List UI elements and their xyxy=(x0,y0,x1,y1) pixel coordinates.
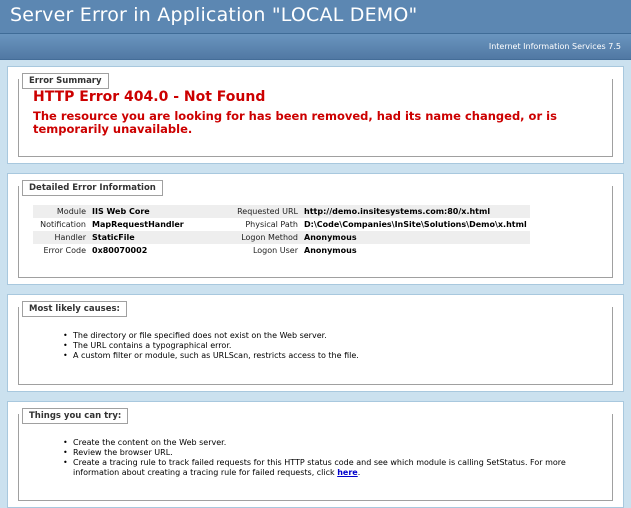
server-version: Internet Information Services 7.5 xyxy=(488,42,621,51)
error-details-table: Module IIS Web Core Requested URL http:/… xyxy=(33,205,530,257)
table-row: Handler StaticFile Logon Method Anonymou… xyxy=(33,231,530,244)
detail-value: IIS Web Core xyxy=(89,205,225,218)
detail-value: Anonymous xyxy=(304,246,357,255)
detail-value: Anonymous xyxy=(301,231,530,244)
error-summary-legend: Error Summary xyxy=(22,73,109,89)
legend: Most likely causes: xyxy=(22,301,127,317)
detail-label: Module xyxy=(33,205,89,218)
list-item: Review the browser URL. xyxy=(73,448,583,458)
table-row: Notification MapRequestHandler Physical … xyxy=(33,218,530,231)
error-summary-panel: Error Summary HTTP Error 404.0 - Not Fou… xyxy=(7,66,624,164)
legend: Detailed Error Information xyxy=(22,180,163,196)
things-to-try-panel: Things you can try: Create the content o… xyxy=(7,401,624,508)
here-link[interactable]: here xyxy=(337,468,358,477)
detail-label: Requested URL xyxy=(225,205,301,218)
detail-value: 0x80070002 xyxy=(92,246,148,255)
things-to-try-legend: Things you can try: xyxy=(22,408,129,424)
detailed-error-legend: Detailed Error Information xyxy=(22,180,163,196)
list-item: A custom filter or module, such as URLSc… xyxy=(73,351,583,361)
detail-label: Error Code xyxy=(43,246,86,255)
content: Error Summary HTTP Error 404.0 - Not Fou… xyxy=(0,60,631,508)
detail-value: D:\Code\Companies\InSite\Solutions\Demo\… xyxy=(304,220,527,229)
list-item: Create a tracing rule to track failed re… xyxy=(73,458,583,478)
tracing-end: . xyxy=(357,468,361,477)
detail-value: StaticFile xyxy=(89,231,225,244)
detail-label: Physical Path xyxy=(245,220,298,229)
page-title: Server Error in Application "LOCAL DEMO" xyxy=(10,4,418,26)
page-header: Server Error in Application "LOCAL DEMO" xyxy=(0,0,631,34)
detail-label: Logon User xyxy=(252,246,298,255)
tracing-text: Create a tracing rule to track failed re… xyxy=(73,458,566,477)
legend: Things you can try: xyxy=(22,408,129,424)
table-row: Error Code 0x80070002 Logon User Anonymo… xyxy=(33,244,530,257)
error-title: HTTP Error 404.0 - Not Found xyxy=(33,89,266,105)
list-item: The URL contains a typographical error. xyxy=(73,341,583,351)
likely-causes-panel: Most likely causes: The directory or fil… xyxy=(7,294,624,392)
detailed-error-panel: Detailed Error Information Module IIS We… xyxy=(7,173,624,285)
table-row: Module IIS Web Core Requested URL http:/… xyxy=(33,205,530,218)
detail-label: Logon Method xyxy=(225,231,301,244)
list-item: Create the content on the Web server. xyxy=(73,438,583,448)
server-version-bar: Internet Information Services 7.5 xyxy=(0,34,631,60)
error-description: The resource you are looking for has bee… xyxy=(33,109,557,136)
likely-causes-legend: Most likely causes: xyxy=(22,301,127,317)
detail-label: Handler xyxy=(33,231,89,244)
detail-label: Notification xyxy=(40,220,86,229)
causes-list: The directory or file specified does not… xyxy=(73,331,583,361)
detail-value: http://demo.insitesystems.com:80/x.html xyxy=(301,205,530,218)
suggestions-list: Create the content on the Web server. Re… xyxy=(73,438,583,478)
detail-value: MapRequestHandler xyxy=(92,220,184,229)
list-item: The directory or file specified does not… xyxy=(73,331,583,341)
legend: Error Summary xyxy=(22,73,109,89)
